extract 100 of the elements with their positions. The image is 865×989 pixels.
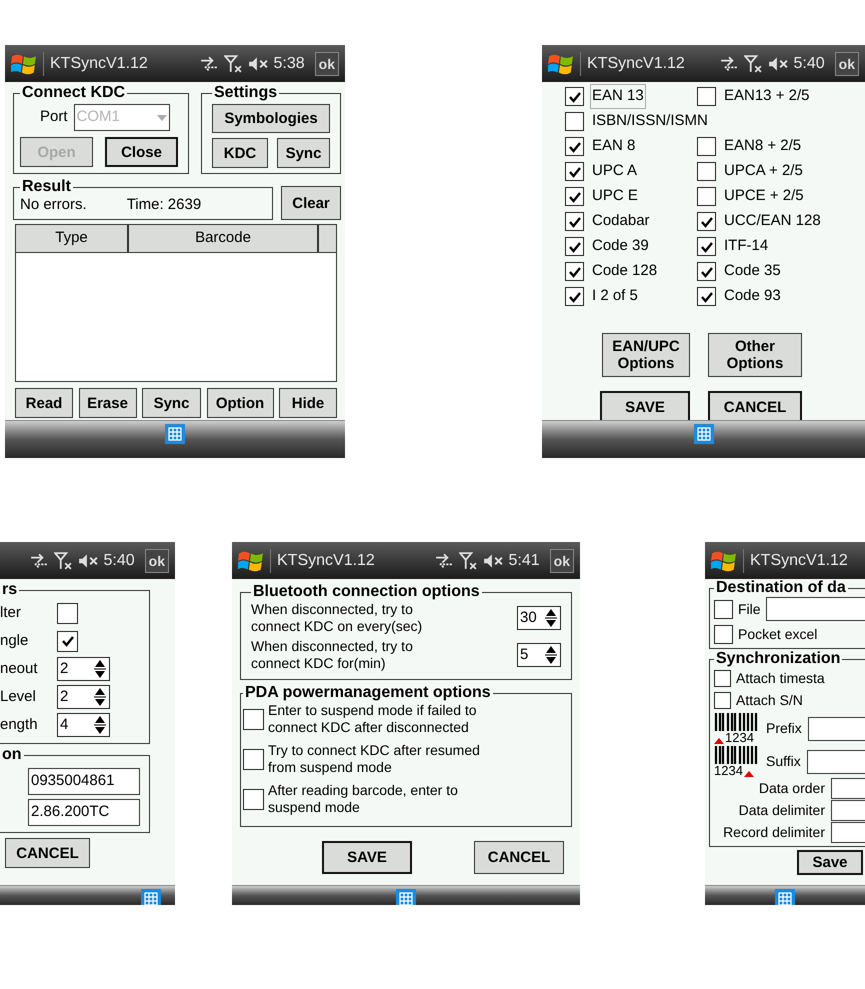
option-label[interactable]: After reading barcode, enter to suspend mode	[268, 782, 458, 816]
checkbox-label[interactable]: Attach S/N	[736, 690, 803, 711]
button[interactable]: Other Options	[708, 333, 802, 377]
checkbox-label[interactable]: EAN8 + 2/5	[722, 134, 804, 159]
checkbox[interactable]	[565, 162, 584, 181]
clock[interactable]: 5:40	[794, 52, 825, 76]
checkbox[interactable]	[565, 287, 584, 306]
up-down-arrows-icon[interactable]	[545, 644, 557, 666]
sync-arrows-icon[interactable]	[30, 552, 48, 568]
button[interactable]: Sync	[142, 388, 201, 418]
button[interactable]: KDC	[212, 138, 268, 168]
button[interactable]: EAN/UPC Options	[602, 333, 690, 377]
checkbox-label[interactable]: UCC/EAN 128	[722, 209, 823, 234]
checkbox[interactable]	[57, 602, 78, 624]
ok-button[interactable]: ok	[834, 52, 859, 76]
checkbox[interactable]	[565, 262, 584, 281]
text-field[interactable]: 2.86.200TC	[28, 799, 140, 826]
antenna-icon[interactable]	[744, 54, 762, 72]
checkbox[interactable]	[565, 87, 584, 106]
button[interactable]: CANCEL	[708, 391, 802, 420]
keyboard-icon[interactable]	[141, 889, 161, 905]
checkbox-label[interactable]: Code 39	[590, 234, 651, 259]
checkbox-label[interactable]: UPCE + 2/5	[722, 184, 806, 209]
button[interactable]: Save	[797, 850, 863, 875]
checkbox-label[interactable]: EAN 13	[590, 84, 646, 109]
checkbox[interactable]	[714, 600, 733, 618]
checkbox[interactable]	[697, 287, 716, 306]
checkbox[interactable]	[243, 788, 264, 810]
text-field[interactable]	[831, 822, 865, 843]
checkbox[interactable]	[697, 137, 716, 156]
button[interactable]: SAVE	[322, 841, 412, 874]
ok-button[interactable]: ok	[144, 548, 169, 572]
checkbox-label[interactable]: File	[738, 598, 761, 620]
sync-arrows-icon[interactable]	[720, 56, 738, 72]
checkbox-label[interactable]: ISBN/ISSN/ISMN	[590, 109, 710, 134]
checkbox[interactable]	[697, 262, 716, 281]
antenna-icon[interactable]	[54, 552, 72, 570]
spin-box[interactable]: 2	[57, 685, 110, 709]
up-down-arrows-icon[interactable]	[94, 658, 106, 680]
checkbox[interactable]	[697, 162, 716, 181]
button[interactable]: Erase	[78, 388, 136, 418]
ok-button[interactable]: ok	[314, 52, 339, 76]
button[interactable]: SAVE	[600, 391, 690, 420]
antenna-icon[interactable]	[224, 54, 242, 72]
checkbox-label[interactable]: Attach timesta	[736, 668, 825, 689]
up-down-arrows-icon[interactable]	[94, 686, 106, 708]
option-label[interactable]: Try to connect KDC after resumed from suspend mode	[268, 742, 480, 776]
keyboard-icon[interactable]	[396, 889, 416, 905]
checkbox[interactable]	[697, 87, 716, 106]
checkbox[interactable]	[697, 212, 716, 231]
checkbox[interactable]	[714, 692, 731, 709]
text-field[interactable]	[808, 716, 865, 740]
spin-box[interactable]: 4	[57, 713, 110, 737]
button[interactable]: Read	[15, 388, 73, 418]
checkbox-label[interactable]: Code 93	[722, 284, 783, 309]
checkbox-label[interactable]: Code 35	[722, 259, 783, 284]
checkbox-label[interactable]: Codabar	[590, 209, 652, 234]
text-field[interactable]	[831, 800, 865, 821]
clock[interactable]: 5:38	[274, 52, 305, 76]
keyboard-icon[interactable]	[165, 424, 185, 444]
checkbox[interactable]	[714, 625, 733, 644]
up-down-arrows-icon[interactable]	[545, 607, 557, 629]
checkbox[interactable]	[565, 112, 584, 131]
checkbox-label[interactable]: UPCA + 2/5	[722, 159, 805, 184]
sync-arrows-icon[interactable]	[434, 552, 453, 568]
file-path-field[interactable]	[766, 597, 865, 621]
checkbox-label[interactable]: Pocket excel	[738, 624, 818, 645]
button[interactable]: Symbologies	[212, 104, 330, 133]
clock[interactable]: 5:40	[104, 548, 135, 572]
speaker-mute-icon[interactable]	[78, 552, 98, 568]
checkbox[interactable]	[565, 137, 584, 156]
checkbox[interactable]	[697, 187, 716, 206]
option-label[interactable]: Enter to suspend mode if failed to connect KDC after disconnected	[268, 702, 477, 736]
text-field[interactable]: 0935004861	[28, 768, 140, 795]
antenna-icon[interactable]	[458, 552, 477, 570]
checkbox[interactable]	[565, 237, 584, 256]
button[interactable]: Option	[206, 388, 274, 418]
sync-arrows-icon[interactable]	[200, 56, 218, 72]
button[interactable]: Clear	[281, 186, 341, 220]
checkbox-label[interactable]: ITF-14	[722, 234, 770, 259]
up-down-arrows-icon[interactable]	[94, 714, 106, 736]
clock[interactable]: 5:41	[508, 548, 540, 572]
ok-button[interactable]: ok	[550, 548, 574, 572]
checkbox[interactable]	[565, 212, 584, 231]
button[interactable]: Close	[105, 137, 178, 167]
button[interactable]: Sync	[277, 138, 330, 168]
spin-box[interactable]: 2	[57, 657, 110, 681]
button[interactable]: CANCEL	[474, 841, 564, 874]
speaker-mute-icon[interactable]	[248, 56, 268, 72]
button[interactable]: Hide	[279, 388, 337, 418]
text-field[interactable]	[831, 778, 865, 799]
checkbox[interactable]	[714, 670, 731, 687]
speaker-mute-icon[interactable]	[482, 552, 503, 568]
spin-box[interactable]: 5	[517, 643, 561, 667]
spin-box[interactable]: 30	[517, 606, 561, 630]
checkbox[interactable]	[697, 237, 716, 256]
checkbox-label[interactable]: UPC E	[590, 184, 640, 209]
speaker-mute-icon[interactable]	[768, 56, 788, 72]
checkbox[interactable]	[57, 630, 78, 652]
checkbox-label[interactable]: EAN13 + 2/5	[722, 84, 812, 109]
